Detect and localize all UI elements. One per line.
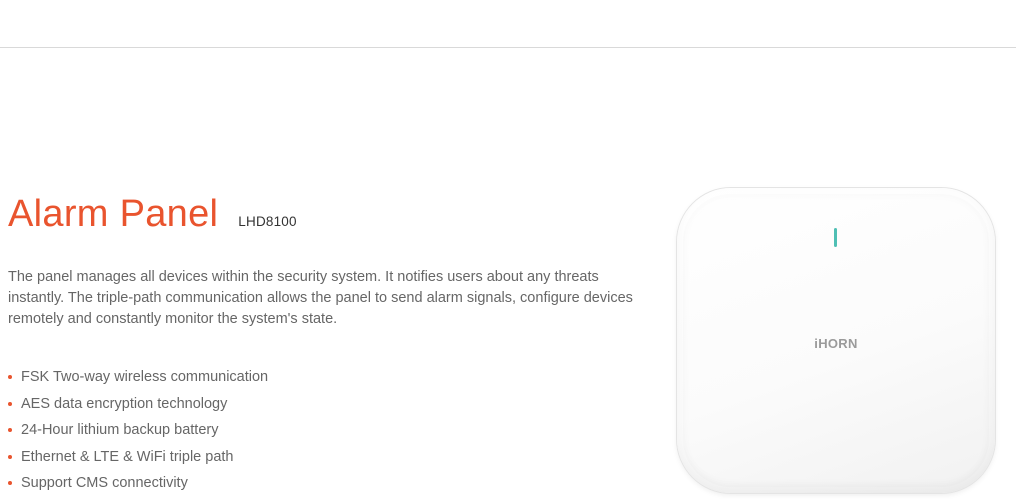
- product-model: LHD8100: [238, 214, 297, 229]
- device-brand-logo: iHORN: [814, 336, 858, 351]
- product-title: Alarm Panel: [8, 193, 219, 235]
- status-led-icon: [834, 228, 837, 247]
- feature-item: AES data encryption technology: [8, 391, 268, 418]
- feature-label: 24-Hour lithium backup battery: [21, 422, 219, 439]
- bullet-icon: [8, 401, 12, 406]
- feature-label: Support CMS connectivity: [21, 475, 188, 492]
- feature-list: FSK Two-way wireless communication AES d…: [8, 364, 268, 497]
- top-divider: [0, 47, 1016, 48]
- feature-item: 24-Hour lithium backup battery: [8, 417, 268, 444]
- page: Alarm Panel LHD8100 The panel manages al…: [0, 0, 1016, 499]
- feature-item: FSK Two-way wireless communication: [8, 364, 268, 391]
- bullet-icon: [8, 428, 12, 433]
- bullet-icon: [8, 375, 12, 380]
- feature-label: FSK Two-way wireless communication: [21, 369, 269, 386]
- feature-label: AES data encryption technology: [21, 395, 228, 412]
- bullet-icon: [8, 481, 12, 486]
- bullet-icon: [8, 454, 12, 459]
- alarm-panel-device-image: iHORN: [677, 188, 995, 493]
- product-description: The panel manages all devices within the…: [8, 268, 633, 327]
- feature-label: Ethernet & LTE & WiFi triple path: [21, 448, 234, 465]
- title-row: Alarm Panel LHD8100: [8, 192, 297, 236]
- feature-item: Support CMS connectivity: [8, 470, 268, 497]
- feature-item: Ethernet & LTE & WiFi triple path: [8, 444, 268, 471]
